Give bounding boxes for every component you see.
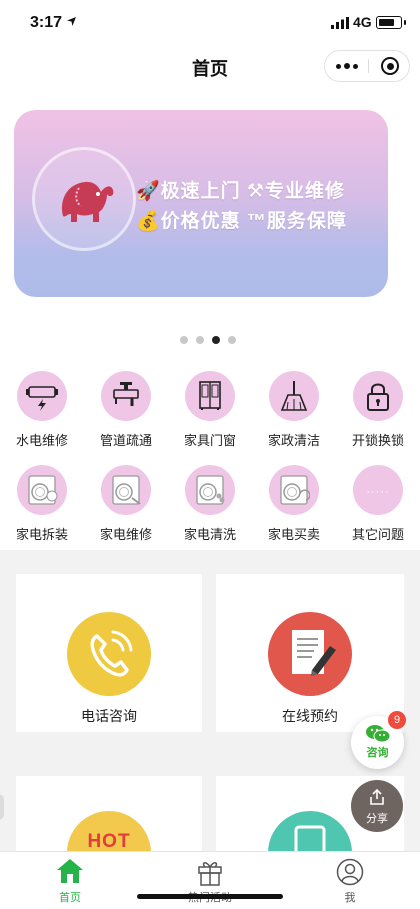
tab-bar: 首页 热门活动 我 — [0, 851, 420, 909]
consult-label: 咨询 — [366, 747, 389, 759]
category-other[interactable]: ····· 其它问题 — [336, 465, 420, 543]
category-appliance-trade[interactable]: 家电买卖 — [252, 465, 336, 543]
tab-me[interactable]: 我 — [280, 852, 420, 909]
washing-machine-icon — [112, 475, 141, 505]
category-appliance-cleaning[interactable]: 家电清洗 — [168, 465, 252, 543]
category-cleaning[interactable]: 家政清洁 — [252, 371, 336, 449]
tab-label: 首页 — [59, 892, 81, 904]
battery-lightning-icon — [26, 386, 58, 411]
tab-hot-activities[interactable]: 热门活动 — [140, 852, 280, 909]
washing-machine-icon — [196, 475, 225, 505]
banner-slogan-2: 💰价格优惠 ™服务保障 — [136, 211, 347, 232]
side-handle[interactable] — [0, 794, 4, 820]
padlock-icon — [367, 383, 389, 411]
status-bar: 3:17 4G — [0, 0, 420, 44]
category-locksmith[interactable]: 开锁换锁 — [336, 371, 420, 449]
category-grid: 水电维修 管道疏通 家具门窗 家政清洁 开锁换锁 家电拆装 家电维修 家电清洗 … — [0, 360, 420, 550]
close-mini-program-icon[interactable] — [381, 57, 399, 75]
category-label: 家电维修 — [99, 527, 152, 542]
user-icon — [336, 858, 364, 886]
wardrobe-icon — [199, 381, 221, 410]
tab-label: 我 — [344, 892, 356, 904]
location-arrow-icon — [67, 17, 76, 26]
category-label: 水电维修 — [15, 433, 68, 448]
category-label: 家具门窗 — [183, 433, 236, 448]
tab-home[interactable]: 首页 — [0, 852, 140, 909]
category-label: 开锁换锁 — [351, 433, 404, 448]
carousel-indicator — [180, 336, 236, 344]
category-plumbing-electric[interactable]: 水电维修 — [0, 371, 84, 449]
more-icon: ····· — [353, 465, 403, 515]
banner-slogan-1: 🚀极速上门 ⚒专业维修 — [136, 181, 345, 202]
category-label: 家电清洗 — [183, 527, 236, 542]
carousel-dot[interactable] — [180, 336, 188, 344]
category-pipe-unclog[interactable]: 管道疏通 — [84, 371, 168, 449]
share-float-button[interactable]: 分享 — [351, 780, 403, 832]
carousel-dot[interactable] — [228, 336, 236, 344]
card-online-booking[interactable]: 在线预约 — [216, 574, 404, 732]
category-appliance-install[interactable]: 家电拆装 — [0, 465, 84, 543]
share-label: 分享 — [366, 813, 388, 825]
broom-icon — [280, 381, 308, 411]
tablet-icon — [268, 811, 352, 851]
more-menu-button[interactable] — [325, 51, 368, 81]
document-pen-icon — [268, 612, 352, 696]
hot-icon: HOT — [67, 811, 151, 851]
capsule-divider — [368, 59, 369, 73]
gift-icon — [198, 862, 222, 886]
category-label: 家政清洁 — [267, 433, 320, 448]
status-time: 3:17 — [30, 14, 63, 31]
nav-bar: 首页 — [0, 44, 420, 90]
category-label: 管道疏通 — [99, 433, 152, 448]
elephant-logo-icon — [32, 147, 136, 251]
unread-badge: 9 — [388, 711, 406, 729]
card-label: 电话咨询 — [81, 708, 137, 724]
battery-icon — [376, 16, 406, 29]
wechat-icon — [366, 725, 391, 743]
home-indicator — [137, 894, 283, 899]
category-label: 家电买卖 — [267, 527, 320, 542]
category-appliance-repair[interactable]: 家电维修 — [84, 465, 168, 543]
carousel-dot-active[interactable] — [212, 336, 220, 344]
promo-banner[interactable]: 🚀极速上门 ⚒专业维修 💰价格优惠 ™服务保障 — [14, 110, 388, 297]
category-label: 家电拆装 — [15, 527, 68, 542]
category-label: 其它问题 — [351, 527, 404, 542]
home-icon — [57, 859, 83, 883]
card-hot-activity[interactable]: HOT — [16, 776, 202, 851]
washing-machine-icon — [28, 475, 58, 505]
category-furniture-doors[interactable]: 家具门窗 — [168, 371, 252, 449]
mini-program-capsule — [324, 50, 410, 82]
carousel-dot[interactable] — [196, 336, 204, 344]
faucet-icon — [113, 382, 139, 406]
card-phone-consult[interactable]: 电话咨询 — [16, 574, 202, 732]
phone-icon — [67, 612, 151, 696]
signal-icon — [331, 17, 349, 29]
share-icon — [370, 788, 384, 805]
network-type: 4G — [353, 14, 372, 30]
washing-machine-icon — [280, 475, 310, 505]
